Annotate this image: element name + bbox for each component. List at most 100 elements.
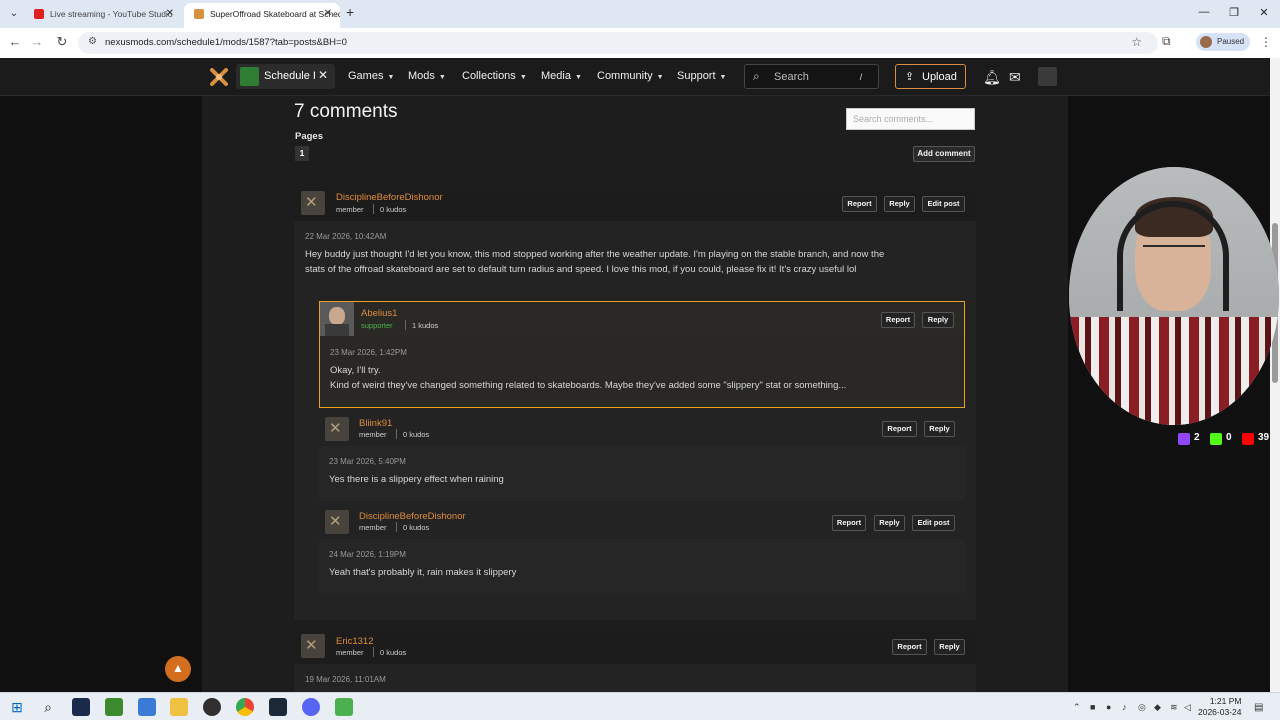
avatar[interactable] bbox=[301, 634, 325, 658]
comment-author[interactable]: DisciplineBeforeDishonor bbox=[336, 192, 443, 203]
volume-icon[interactable]: ◁ bbox=[1184, 702, 1191, 713]
menu-label: Collections bbox=[462, 70, 516, 82]
twitch-icon bbox=[1178, 433, 1190, 445]
search-icon[interactable]: ⌕ bbox=[39, 698, 57, 716]
pages-label: Pages bbox=[295, 131, 323, 142]
menu-mods[interactable]: Mods ▼ bbox=[408, 70, 446, 82]
chevron-down-icon: ▼ bbox=[574, 74, 582, 81]
tab-search-chevron-icon[interactable]: ⌄ bbox=[6, 6, 22, 22]
edit-post-button[interactable]: Edit post bbox=[922, 196, 965, 212]
site-info-icon[interactable]: ⚙ bbox=[88, 36, 97, 47]
menu-media[interactable]: Media ▼ bbox=[541, 70, 582, 82]
steam-icon[interactable] bbox=[269, 698, 287, 716]
comment-date: 23 Mar 2026, 5:40PM bbox=[329, 457, 406, 466]
minecraft-icon[interactable] bbox=[105, 698, 123, 716]
tray-app-icon[interactable]: ◆ bbox=[1154, 702, 1161, 713]
comment-author[interactable]: DisciplineBeforeDishonor bbox=[359, 511, 466, 522]
avatar[interactable] bbox=[325, 417, 349, 441]
comment-author[interactable]: Eric1312 bbox=[336, 636, 374, 647]
menu-support[interactable]: Support ▼ bbox=[677, 70, 726, 82]
wifi-icon[interactable]: ≋ bbox=[1170, 702, 1178, 713]
chrome-icon[interactable] bbox=[236, 698, 254, 716]
avatar[interactable] bbox=[301, 191, 325, 215]
chevron-up-icon[interactable]: ⌃ bbox=[1073, 702, 1081, 713]
menu-collections[interactable]: Collections ▼ bbox=[462, 70, 527, 82]
comment-date: 19 Mar 2026, 11:01AM bbox=[305, 675, 386, 684]
search-comments-input[interactable]: Search comments... bbox=[846, 108, 975, 130]
new-tab-button[interactable]: + bbox=[346, 4, 354, 20]
chevron-down-icon: ▼ bbox=[656, 74, 664, 81]
avatar[interactable] bbox=[325, 510, 349, 534]
notifications-bell-icon[interactable]: 🔔︎ bbox=[983, 69, 1001, 86]
kick-viewers: 0 bbox=[1226, 432, 1232, 443]
divider bbox=[373, 647, 374, 657]
extensions-puzzle-icon[interactable]: ⧉ bbox=[1162, 34, 1171, 49]
upload-button[interactable]: ⇪ Upload bbox=[895, 64, 966, 89]
browser-menu-icon[interactable]: ⋮ bbox=[1260, 35, 1272, 49]
notification-center-icon[interactable]: ▤ bbox=[1254, 702, 1263, 713]
discord-icon[interactable] bbox=[302, 698, 320, 716]
reply-button[interactable]: Reply bbox=[884, 196, 915, 212]
close-tab-icon[interactable]: ✕ bbox=[324, 3, 332, 25]
tab-youtube-studio[interactable]: Live streaming - YouTube Studio ✕ bbox=[24, 3, 182, 25]
menu-community[interactable]: Community ▼ bbox=[597, 70, 664, 82]
reply-button[interactable]: Reply bbox=[934, 639, 965, 655]
microphone-icon[interactable]: ♪ bbox=[1122, 702, 1127, 712]
file-explorer-icon[interactable] bbox=[170, 698, 188, 716]
reply-button[interactable]: Reply bbox=[922, 312, 954, 328]
add-comment-button[interactable]: Add comment bbox=[913, 146, 975, 162]
kick-icon bbox=[1210, 433, 1222, 445]
close-window-button[interactable]: ✕ bbox=[1254, 6, 1274, 19]
reply-button[interactable]: Reply bbox=[874, 515, 905, 531]
tab-nexusmods[interactable]: SuperOffroad Skateboard at Schedule I ✕ bbox=[184, 3, 340, 28]
windows-start-icon[interactable]: ⊞ bbox=[8, 698, 26, 716]
obs-icon[interactable] bbox=[203, 698, 221, 716]
comment-date: 23 Mar 2026, 1:42PM bbox=[330, 348, 407, 357]
user-avatar[interactable] bbox=[1038, 67, 1057, 86]
report-button[interactable]: Report bbox=[842, 196, 877, 212]
url-text[interactable]: nexusmods.com/schedule1/mods/1587?tab=po… bbox=[105, 37, 347, 48]
app-icon[interactable] bbox=[138, 698, 156, 716]
report-button[interactable]: Report bbox=[881, 312, 915, 328]
windows-taskbar: ⊞ ⌕ ⌃ ■ ● ♪ ◎ ◆ ≋ ◁ 1:21 PM 2026-03-24 ▤ bbox=[0, 692, 1280, 720]
game-selector[interactable]: Schedule I ✕ bbox=[236, 64, 335, 89]
schedule-i-game-icon[interactable] bbox=[335, 698, 353, 716]
bookmark-star-icon[interactable]: ☆ bbox=[1131, 35, 1142, 49]
tray-app-icon[interactable]: ◎ bbox=[1138, 702, 1146, 713]
comment-author[interactable]: Abelius1 bbox=[361, 308, 397, 319]
close-tab-icon[interactable]: ✕ bbox=[166, 3, 174, 25]
report-button[interactable]: Report bbox=[892, 639, 927, 655]
upload-icon: ⇪ bbox=[905, 71, 915, 83]
davinci-resolve-icon[interactable] bbox=[72, 698, 90, 716]
reply-button[interactable]: Reply bbox=[924, 421, 955, 437]
schedule-i-game-icon bbox=[240, 67, 259, 86]
taskbar-clock[interactable]: 1:21 PM 2026-03-24 bbox=[1198, 696, 1241, 718]
profile-button[interactable]: Paused bbox=[1196, 33, 1250, 51]
report-button[interactable]: Report bbox=[832, 515, 866, 531]
address-bar[interactable]: ⚙ nexusmods.com/schedule1/mods/1587?tab=… bbox=[78, 32, 1158, 54]
tray-app-icon[interactable]: ● bbox=[1106, 702, 1111, 712]
clear-game-close-icon[interactable]: ✕ bbox=[318, 68, 328, 82]
site-search-input[interactable]: ⌕ Search / bbox=[744, 64, 879, 89]
report-button[interactable]: Report bbox=[882, 421, 917, 437]
edit-post-button[interactable]: Edit post bbox=[912, 515, 955, 531]
back-arrow-icon[interactable]: ← bbox=[6, 34, 24, 49]
menu-games[interactable]: Games ▼ bbox=[348, 70, 394, 82]
comment-date: 24 Mar 2026, 1:19PM bbox=[329, 550, 406, 559]
page-number-button[interactable]: 1 bbox=[295, 146, 309, 161]
nexusmods-logo-icon[interactable] bbox=[210, 68, 228, 86]
game-name: Schedule I bbox=[264, 70, 316, 82]
reload-icon[interactable]: ↻ bbox=[53, 34, 71, 50]
tab-title: SuperOffroad Skateboard at Schedule I bbox=[210, 9, 340, 19]
scroll-to-top-button[interactable]: ▲ bbox=[165, 656, 191, 682]
menu-label: Community bbox=[597, 70, 653, 82]
forward-arrow-icon[interactable]: → bbox=[28, 34, 46, 49]
messages-mail-icon[interactable]: ✉ bbox=[1009, 69, 1021, 86]
maximize-window-button[interactable]: ❐ bbox=[1224, 6, 1244, 19]
menu-label: Support bbox=[677, 70, 716, 82]
comment-author[interactable]: Bliink91 bbox=[359, 418, 392, 429]
upload-label: Upload bbox=[922, 71, 957, 83]
avatar[interactable] bbox=[320, 302, 354, 336]
minimize-window-button[interactable]: — bbox=[1194, 6, 1214, 18]
tray-app-icon[interactable]: ■ bbox=[1090, 702, 1095, 712]
